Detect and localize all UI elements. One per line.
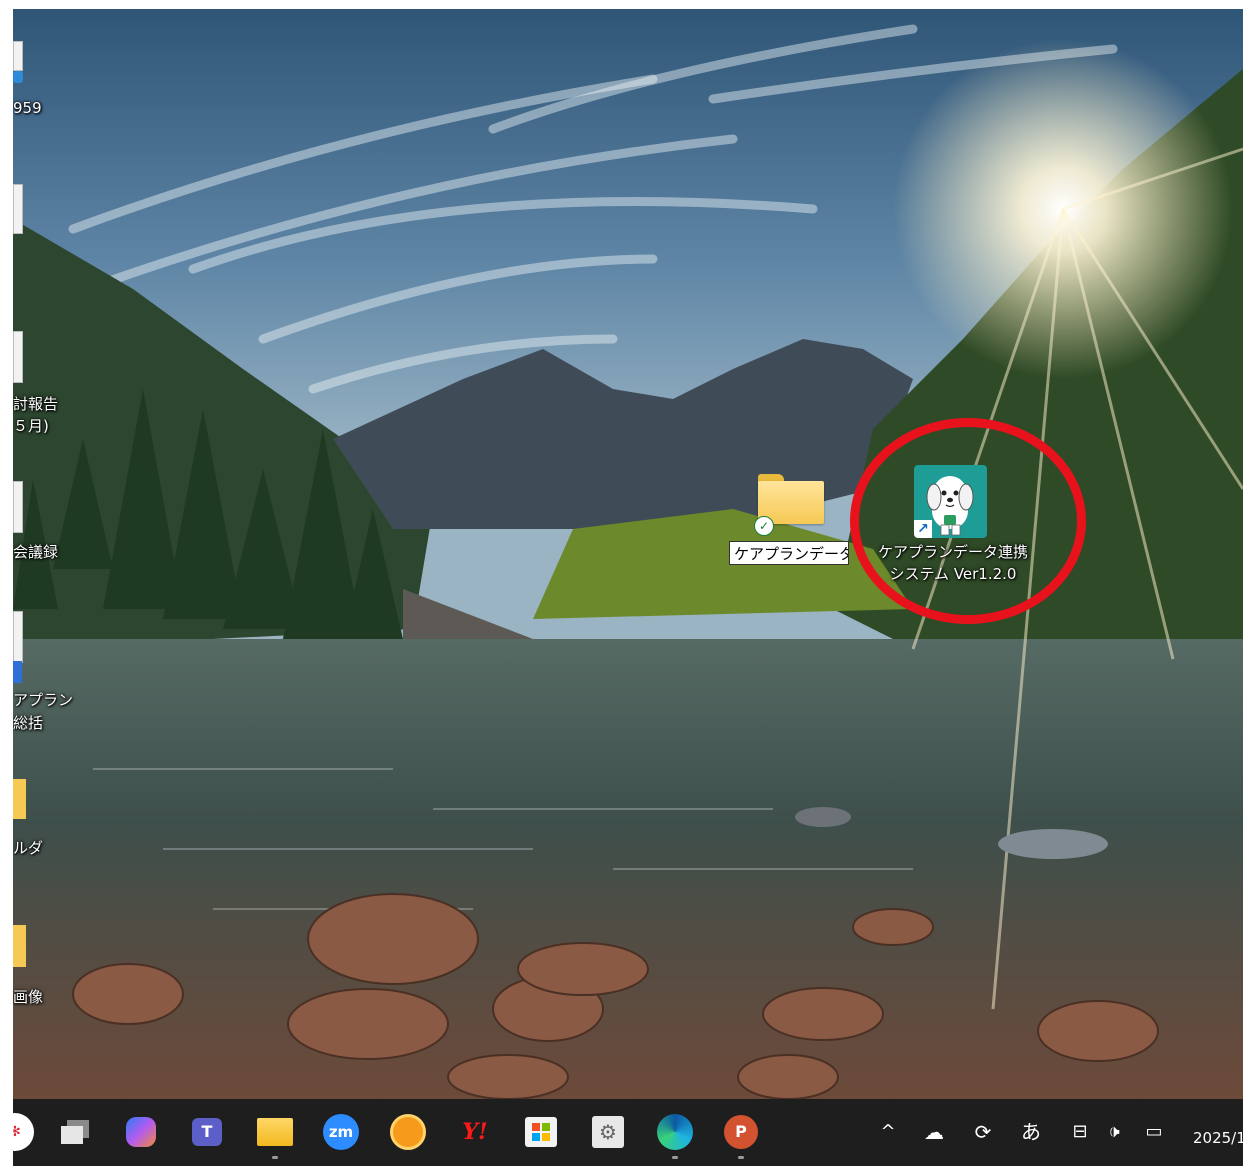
- desktop-icon-partial[interactable]: [13, 611, 23, 663]
- zoom-button[interactable]: zm: [321, 1112, 361, 1152]
- powerpoint-icon: P: [724, 1115, 758, 1149]
- edge-button[interactable]: [655, 1112, 695, 1159]
- copilot-icon: [126, 1117, 156, 1147]
- folder-icon-partial[interactable]: [13, 925, 26, 967]
- task-view-icon: [61, 1120, 89, 1144]
- store-button[interactable]: [521, 1112, 561, 1152]
- running-indicator: [738, 1156, 744, 1159]
- taskbar: ✻ T zm Y! ⚙ P ^ ☁ ⟳ あ ⊟ 🕩 ▭ 2025/1: [13, 1099, 1243, 1166]
- show-hidden-icons-button[interactable]: ^: [873, 1112, 903, 1152]
- desktop-label[interactable]: 画像: [13, 986, 43, 1008]
- app-icon-partial[interactable]: [13, 661, 22, 683]
- edge-icon: [657, 1114, 693, 1150]
- yahoo-button[interactable]: Y!: [455, 1112, 495, 1152]
- desktop-label[interactable]: 討報告: [13, 393, 58, 415]
- desktop-label[interactable]: 会議録: [13, 541, 58, 563]
- app-orange-icon: [390, 1114, 426, 1150]
- file-explorer-button[interactable]: [255, 1112, 295, 1159]
- folder-rename-input[interactable]: ケアプランデータ: [729, 541, 849, 565]
- folder-icon[interactable]: ✓: [754, 474, 824, 536]
- desktop-label[interactable]: アプラン: [13, 689, 73, 711]
- desktop-icon-partial[interactable]: [13, 41, 23, 71]
- file-explorer-icon: [257, 1118, 293, 1146]
- running-indicator: [272, 1156, 278, 1159]
- start-icon: ✻: [13, 1113, 34, 1151]
- running-indicator: [672, 1156, 678, 1159]
- teams-icon: T: [192, 1118, 222, 1146]
- desktop-screen: 959 討報告 ５月) 会議録 アプラン 総括 ルダ 画像 ✓ ケアプランデータ: [13, 9, 1243, 1166]
- desktop-label[interactable]: ルダ: [13, 837, 43, 859]
- battery-icon[interactable]: ▭: [1139, 1112, 1169, 1152]
- ime-indicator[interactable]: あ: [1016, 1112, 1046, 1152]
- start-button[interactable]: ✻: [13, 1112, 35, 1152]
- clock-date[interactable]: 2025/1: [1193, 1129, 1243, 1147]
- task-view-button[interactable]: [55, 1112, 95, 1152]
- desktop-icon-partial[interactable]: [13, 481, 23, 533]
- yahoo-icon: Y!: [462, 1119, 488, 1145]
- copilot-button[interactable]: [121, 1112, 161, 1152]
- zoom-icon: zm: [323, 1114, 359, 1150]
- store-icon: [525, 1117, 557, 1147]
- volume-icon[interactable]: 🕩: [1099, 1112, 1129, 1152]
- desktop-label[interactable]: 総括: [13, 712, 43, 734]
- network-icon[interactable]: ⊟: [1065, 1112, 1095, 1152]
- teams-button[interactable]: T: [187, 1112, 227, 1152]
- folder-icon-partial[interactable]: [13, 779, 26, 819]
- settings-app-icon: ⚙: [592, 1116, 624, 1148]
- desktop-icon-partial[interactable]: [13, 331, 23, 383]
- desktop-icon-partial[interactable]: [13, 184, 23, 234]
- settings-app-button[interactable]: ⚙: [588, 1112, 628, 1152]
- onedrive-error-icon[interactable]: ☁: [919, 1112, 949, 1152]
- edge-doc-icon[interactable]: [13, 71, 23, 83]
- rename-text: ケアプランデータ: [734, 545, 849, 563]
- sync-check-icon: ✓: [754, 516, 774, 536]
- orange-app-button[interactable]: [388, 1112, 428, 1152]
- desktop-label[interactable]: 959: [13, 97, 42, 119]
- desktop-label[interactable]: ５月): [13, 415, 49, 437]
- sync-icon[interactable]: ⟳: [968, 1112, 998, 1152]
- highlight-circle: [850, 418, 1086, 624]
- powerpoint-button[interactable]: P: [721, 1112, 761, 1159]
